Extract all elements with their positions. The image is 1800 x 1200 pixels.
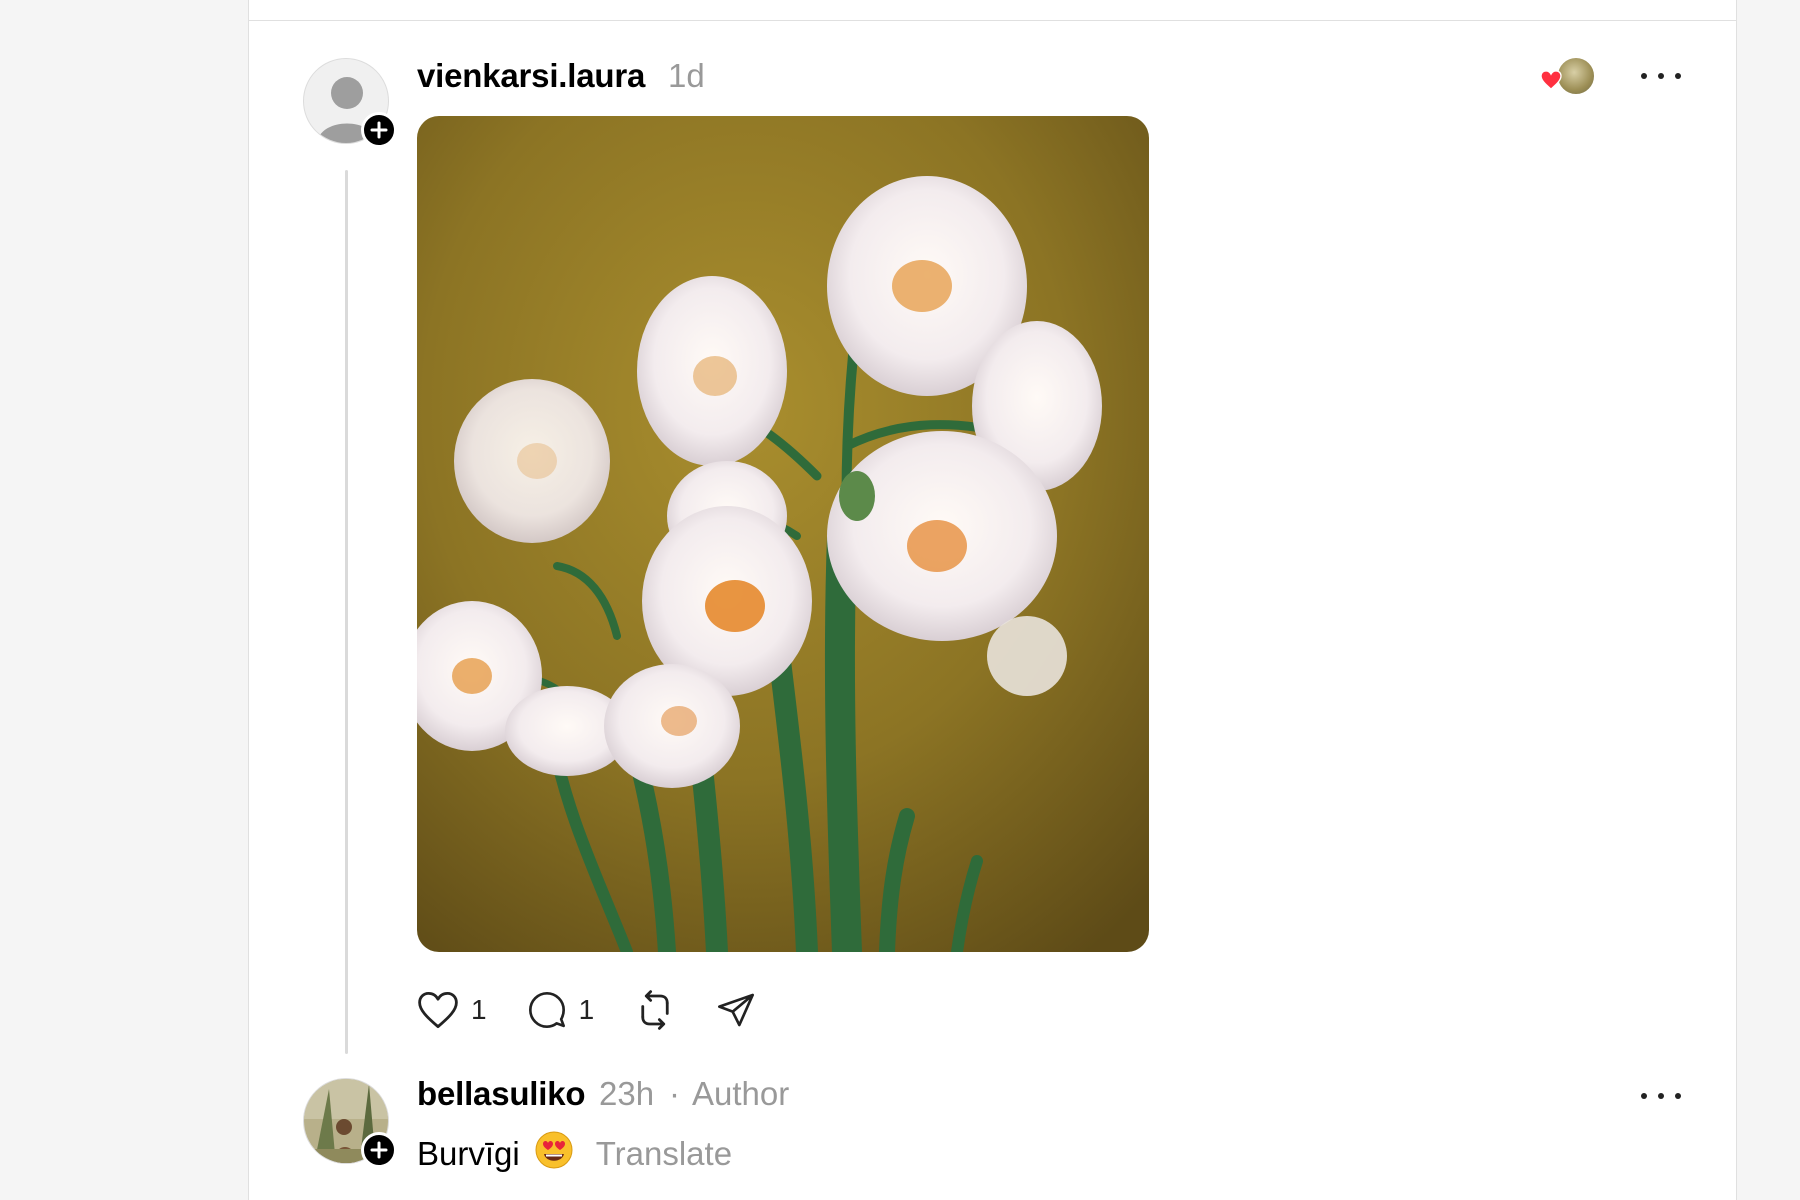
translate-link[interactable]: Translate [596,1135,732,1173]
heart-eyes-emoji-icon [534,1130,574,1178]
daffodil-photo [417,116,1149,952]
reply-count: 1 [578,994,595,1025]
share-button[interactable] [716,990,756,1030]
repost-button[interactable] [634,989,676,1031]
follow-button[interactable] [361,1132,397,1168]
post-more-button[interactable] [1641,66,1681,86]
post-image[interactable] [417,116,1149,952]
like-count: 1 [471,994,487,1025]
share-icon [718,993,755,1027]
reply-body: Burvīgi Translate [417,1130,732,1178]
author-badge: Author [692,1075,790,1112]
divider [249,20,1736,21]
reply-button[interactable]: 1 [527,990,595,1030]
reply-text: Burvīgi [417,1135,520,1172]
plus-icon [370,1141,388,1159]
like-button[interactable]: 1 [417,990,487,1030]
post-action-bar: 1 1 [417,988,796,1032]
meta-separator: · [669,1075,680,1112]
more-icon [1641,73,1647,79]
post-username[interactable]: vienkarsi.laura [417,57,645,95]
reply-author-avatar[interactable] [303,1078,397,1168]
liked-by-indicator[interactable] [1540,56,1596,96]
heart-icon [1540,70,1562,90]
plus-icon [370,121,388,139]
feed-column: vienkarsi.laura 1d 1 1 bellasuliko 23h ·… [248,0,1737,1200]
comment-icon [528,992,565,1028]
post-timestamp[interactable]: 1d [668,57,705,95]
reply-more-button[interactable] [1641,1086,1681,1106]
reply-timestamp[interactable]: 23h [599,1075,654,1113]
post-author-avatar[interactable] [303,58,397,148]
liker-avatar [1556,56,1596,96]
thread-line [345,170,348,1054]
repost-icon [641,990,669,1030]
follow-button[interactable] [361,112,397,148]
more-icon [1641,1093,1647,1099]
reply-username[interactable]: bellasuliko [417,1075,586,1113]
heart-icon [418,991,458,1029]
